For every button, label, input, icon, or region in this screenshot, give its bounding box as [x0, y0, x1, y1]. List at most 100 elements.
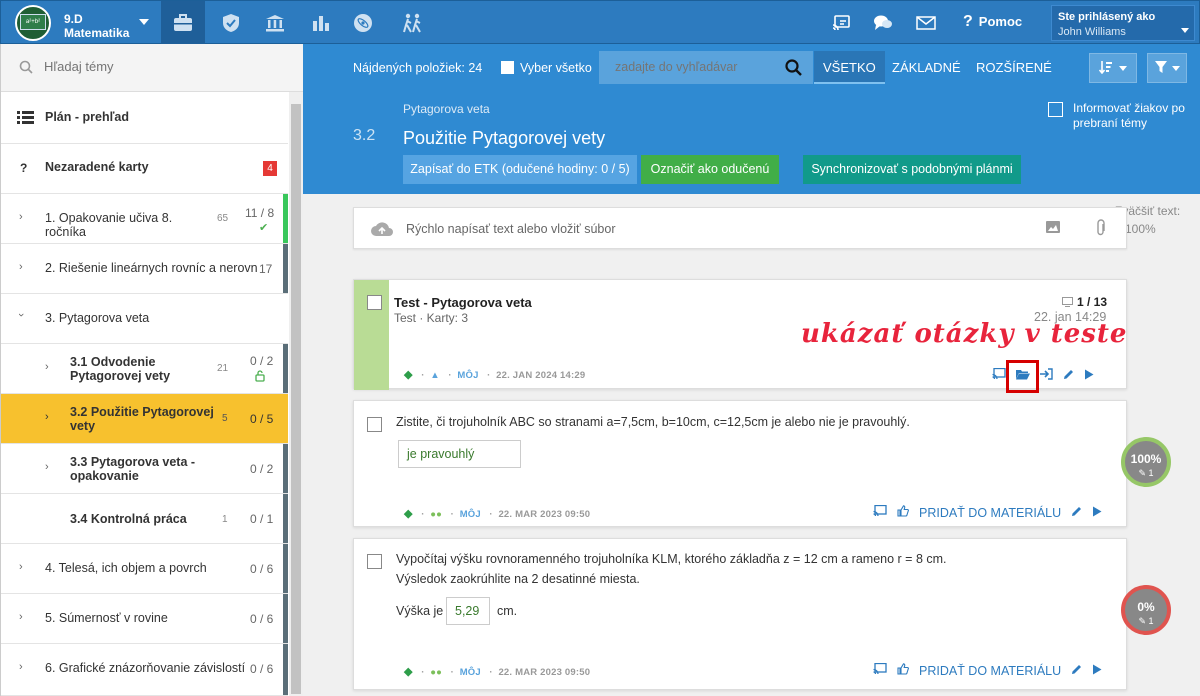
- lesson-fraction: 0 / 6: [250, 612, 274, 626]
- atom-icon[interactable]: [341, 1, 385, 45]
- edit-icon[interactable]: [1071, 663, 1082, 678]
- tab-extended[interactable]: ROZŠÍRENÉ: [967, 51, 1061, 84]
- sidebar-item-label: Plán - prehľad: [45, 110, 129, 124]
- screen-icon: [1062, 296, 1073, 310]
- sidebar-item-unassigned[interactable]: ? Nezaradené karty 4: [1, 144, 288, 194]
- users-icon: ●●: [430, 667, 443, 678]
- sidebar-item-label: Nezaradené karty: [45, 160, 149, 174]
- write-etk-button[interactable]: Zapísať do ETK (odučené hodiny: 0 / 5): [403, 155, 637, 184]
- card-checkbox[interactable]: [367, 417, 382, 432]
- sidebar-item-topic-3-1[interactable]: › 3.1 Odvodenie Pytagorovej vety 21 0 / …: [1, 344, 288, 394]
- sidebar-item-plan[interactable]: Plán - prehľad: [1, 92, 288, 144]
- chevron-right-icon: ›: [19, 661, 23, 673]
- chat-icon[interactable]: [861, 1, 905, 45]
- shield-icon[interactable]: [209, 1, 253, 45]
- sync-plans-button[interactable]: Synchronizovať s podobnými plánmi: [803, 155, 1021, 184]
- progress-bar: [283, 344, 288, 393]
- annotation-text: ukázať otázky v teste: [801, 319, 1128, 349]
- sidebar-item-topic-3-2[interactable]: › 3.2 Použitie Pytagorovej vety 5 0 / 5: [1, 394, 288, 444]
- attachment-icon[interactable]: [1096, 219, 1106, 240]
- zoom-select[interactable]: 100%: [1125, 222, 1156, 236]
- bank-icon[interactable]: [253, 1, 297, 45]
- play-icon[interactable]: [1092, 505, 1102, 520]
- tag-icon[interactable]: ◆: [404, 508, 413, 520]
- topic-header: Nájdených položiek: 24 Vyber všetko VŠET…: [303, 44, 1200, 194]
- sidebar-item-topic-3[interactable]: › 3. Pytagorova veta: [1, 294, 288, 344]
- present-icon[interactable]: [873, 504, 887, 520]
- search-icon[interactable]: [785, 59, 802, 79]
- card-checkbox[interactable]: [367, 554, 382, 569]
- play-icon[interactable]: [1084, 368, 1094, 383]
- thumbs-up-icon[interactable]: [897, 505, 909, 520]
- help-link[interactable]: ? Pomoc: [963, 13, 1022, 31]
- scrollbar-thumb[interactable]: [291, 104, 301, 694]
- chevron-right-icon: ›: [45, 361, 49, 373]
- sidebar-item-topic-5[interactable]: › 5. Súmernosť v rovine 0 / 6: [1, 594, 288, 644]
- question-card[interactable]: Vypočítaj výšku rovnoramenného trojuholn…: [353, 538, 1127, 690]
- chevron-down-icon: [1181, 28, 1189, 33]
- mark-taught-button[interactable]: Označiť ako odučenú: [641, 155, 779, 184]
- quick-input[interactable]: Rýchlo napísať text alebo vložiť súbor: [353, 207, 1127, 249]
- cloud-upload-icon[interactable]: [370, 221, 394, 240]
- briefcase-icon[interactable]: [161, 1, 205, 45]
- mail-icon[interactable]: [904, 1, 948, 45]
- present-icon[interactable]: [992, 367, 1006, 383]
- chevron-right-icon: ›: [19, 561, 23, 573]
- answer-field: je pravouhlý: [398, 440, 521, 468]
- inform-checkbox[interactable]: [1048, 102, 1063, 117]
- user-menu[interactable]: Ste prihlásený ako John Williams: [1051, 5, 1195, 41]
- assign-icon[interactable]: [1040, 368, 1053, 383]
- sidebar-item-topic-3-4[interactable]: 3.4 Kontrolná práca 1 0 / 1: [1, 494, 288, 544]
- walk-icon[interactable]: [391, 1, 435, 45]
- lock-icon: [255, 370, 265, 385]
- sidebar-item-topic-2[interactable]: › 2. Riešenie lineárnych rovníc a nerovn…: [1, 244, 288, 294]
- topic-number: 3.2: [353, 127, 376, 144]
- card-search-input[interactable]: [615, 60, 775, 74]
- add-to-material-link[interactable]: PRIDAŤ DO MATERIÁLU: [919, 664, 1061, 678]
- class-selector[interactable]: a²+b² 9.D Matematika: [15, 5, 165, 41]
- filter-button[interactable]: [1147, 53, 1187, 83]
- question-card[interactable]: Zistite, či trojuholník ABC so stranami …: [353, 400, 1127, 527]
- tab-basic[interactable]: ZÁKLADNÉ: [883, 51, 970, 84]
- chevron-down-icon: [139, 19, 149, 25]
- chevron-down-icon: [1119, 65, 1127, 71]
- card-title: Test - Pytagorova veta: [394, 295, 532, 310]
- card-checkbox[interactable]: [367, 295, 382, 310]
- image-icon[interactable]: [1046, 221, 1060, 236]
- bar-chart-icon[interactable]: [299, 1, 343, 45]
- card-actions: PRIDAŤ DO MATERIÁLU: [873, 662, 1102, 678]
- chevron-right-icon: ›: [19, 261, 23, 273]
- sidebar-item-label: 2. Riešenie lineárnych rovníc a nerovníc: [45, 261, 257, 275]
- tag-icon[interactable]: ◆: [404, 666, 413, 678]
- sort-button[interactable]: [1089, 53, 1137, 83]
- card-count: 5: [222, 413, 228, 424]
- lesson-fraction: 17: [259, 262, 273, 276]
- quick-input-placeholder: Rýchlo napísať text alebo vložiť súbor: [406, 222, 616, 236]
- add-to-material-link[interactable]: PRIDAŤ DO MATERIÁLU: [919, 506, 1061, 520]
- select-all[interactable]: Vyber všetko: [501, 61, 592, 75]
- tag-icon[interactable]: ◆: [404, 369, 413, 381]
- card-owner: MÔJ: [459, 667, 481, 678]
- question-text: Zistite, či trojuholník ABC so stranami …: [396, 415, 910, 429]
- chevron-down-icon: ›: [14, 313, 27, 317]
- play-icon[interactable]: [1092, 663, 1102, 678]
- sidebar-item-label: 3.1 Odvodenie Pytagorovej vety: [70, 355, 171, 383]
- lesson-fraction: 0 / 5: [250, 412, 274, 426]
- select-all-checkbox[interactable]: [501, 61, 514, 74]
- progress-bar: [283, 644, 288, 695]
- thumbs-up-icon[interactable]: [897, 663, 909, 678]
- topic-search-input[interactable]: [44, 59, 274, 74]
- sidebar-scrollbar[interactable]: [289, 92, 303, 696]
- tab-all[interactable]: VŠETKO: [814, 51, 885, 84]
- edit-icon[interactable]: [1063, 368, 1074, 383]
- sidebar-item-topic-6[interactable]: › 6. Grafické znázorňovanie závislostí 0…: [1, 644, 288, 696]
- present-icon[interactable]: [873, 662, 887, 678]
- sidebar-item-topic-4[interactable]: › 4. Telesá, ich objem a povrch 0 / 6: [1, 544, 288, 594]
- sidebar: Plán - prehľad ? Nezaradené karty 4 › 1.…: [0, 44, 303, 696]
- cast-icon[interactable]: [819, 1, 863, 45]
- sidebar-item-topic-1[interactable]: › 1. Opakovanie učiva 8. ročníka 65 11 /…: [1, 194, 288, 244]
- lesson-fraction: 0 / 6: [250, 662, 274, 676]
- score-badge: 100% ✎ 1: [1121, 437, 1171, 487]
- edit-icon[interactable]: [1071, 505, 1082, 520]
- sidebar-item-topic-3-3[interactable]: › 3.3 Pytagorova veta - opakovanie 0 / 2: [1, 444, 288, 494]
